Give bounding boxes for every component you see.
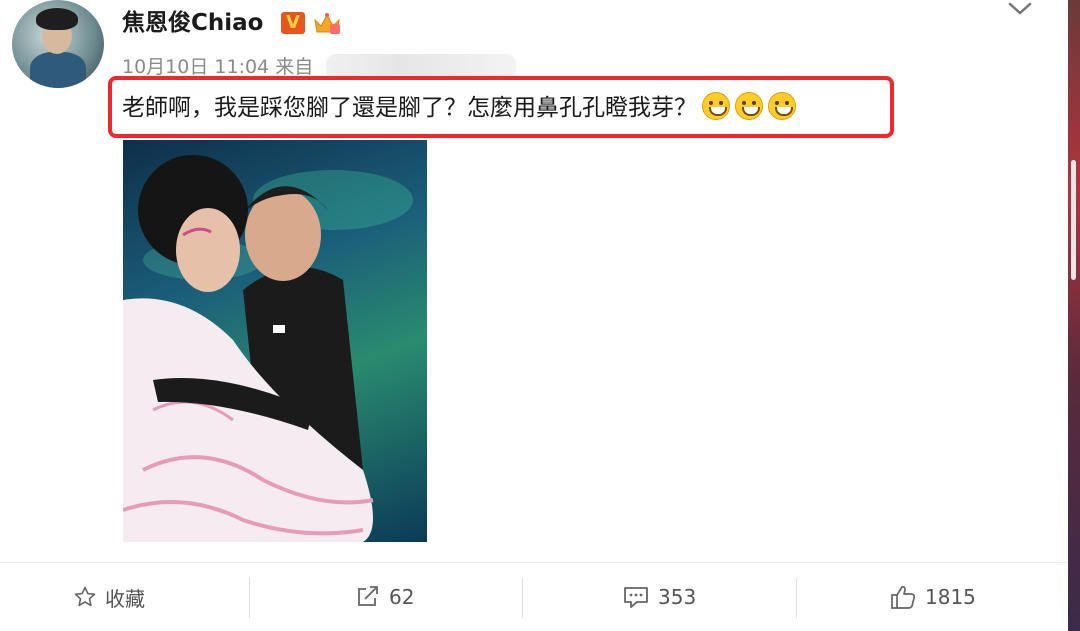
repost-button[interactable]: 62 [355, 580, 414, 614]
comment-button[interactable]: 353 [622, 580, 696, 614]
repost-count: 62 [389, 585, 415, 609]
avatar-hair [36, 8, 78, 30]
comment-count: 353 [658, 585, 697, 609]
avatar-body [30, 52, 86, 88]
post-photo[interactable] [123, 140, 427, 542]
action-separator [522, 578, 523, 618]
post-text-row: 老師啊，我是踩您腳了還是腳了？怎麼用鼻孔孔瞪我芽？ [122, 92, 796, 124]
grin-emoji-icon [735, 92, 763, 120]
star-icon [74, 586, 96, 607]
action-separator [796, 578, 797, 618]
action-separator [249, 578, 250, 618]
grin-emoji-icon [768, 92, 796, 120]
share-icon [358, 586, 378, 606]
post-text: 老師啊，我是踩您腳了還是腳了？怎麼用鼻孔孔瞪我芽？ [122, 95, 697, 121]
comment-icon [624, 587, 648, 608]
photo-illustration [123, 155, 413, 542]
username[interactable]: 焦恩俊Chiao [122, 8, 263, 38]
like-count: 1815 [925, 585, 976, 609]
avatar[interactable] [12, 0, 104, 88]
thumbs-up-icon [891, 585, 916, 609]
favorite-label: 收藏 [105, 586, 145, 611]
divider [0, 562, 1068, 563]
chevron-down-icon[interactable] [1006, 0, 1034, 18]
grin-emoji-icon [702, 92, 730, 120]
crown-icon [314, 13, 340, 34]
right-edge-strip [1068, 0, 1080, 631]
favorite-button[interactable]: 收藏 [73, 580, 145, 614]
scrollbar[interactable] [1071, 160, 1076, 280]
like-button[interactable]: 1815 [889, 580, 976, 614]
verified-badge-icon: V [281, 12, 305, 34]
